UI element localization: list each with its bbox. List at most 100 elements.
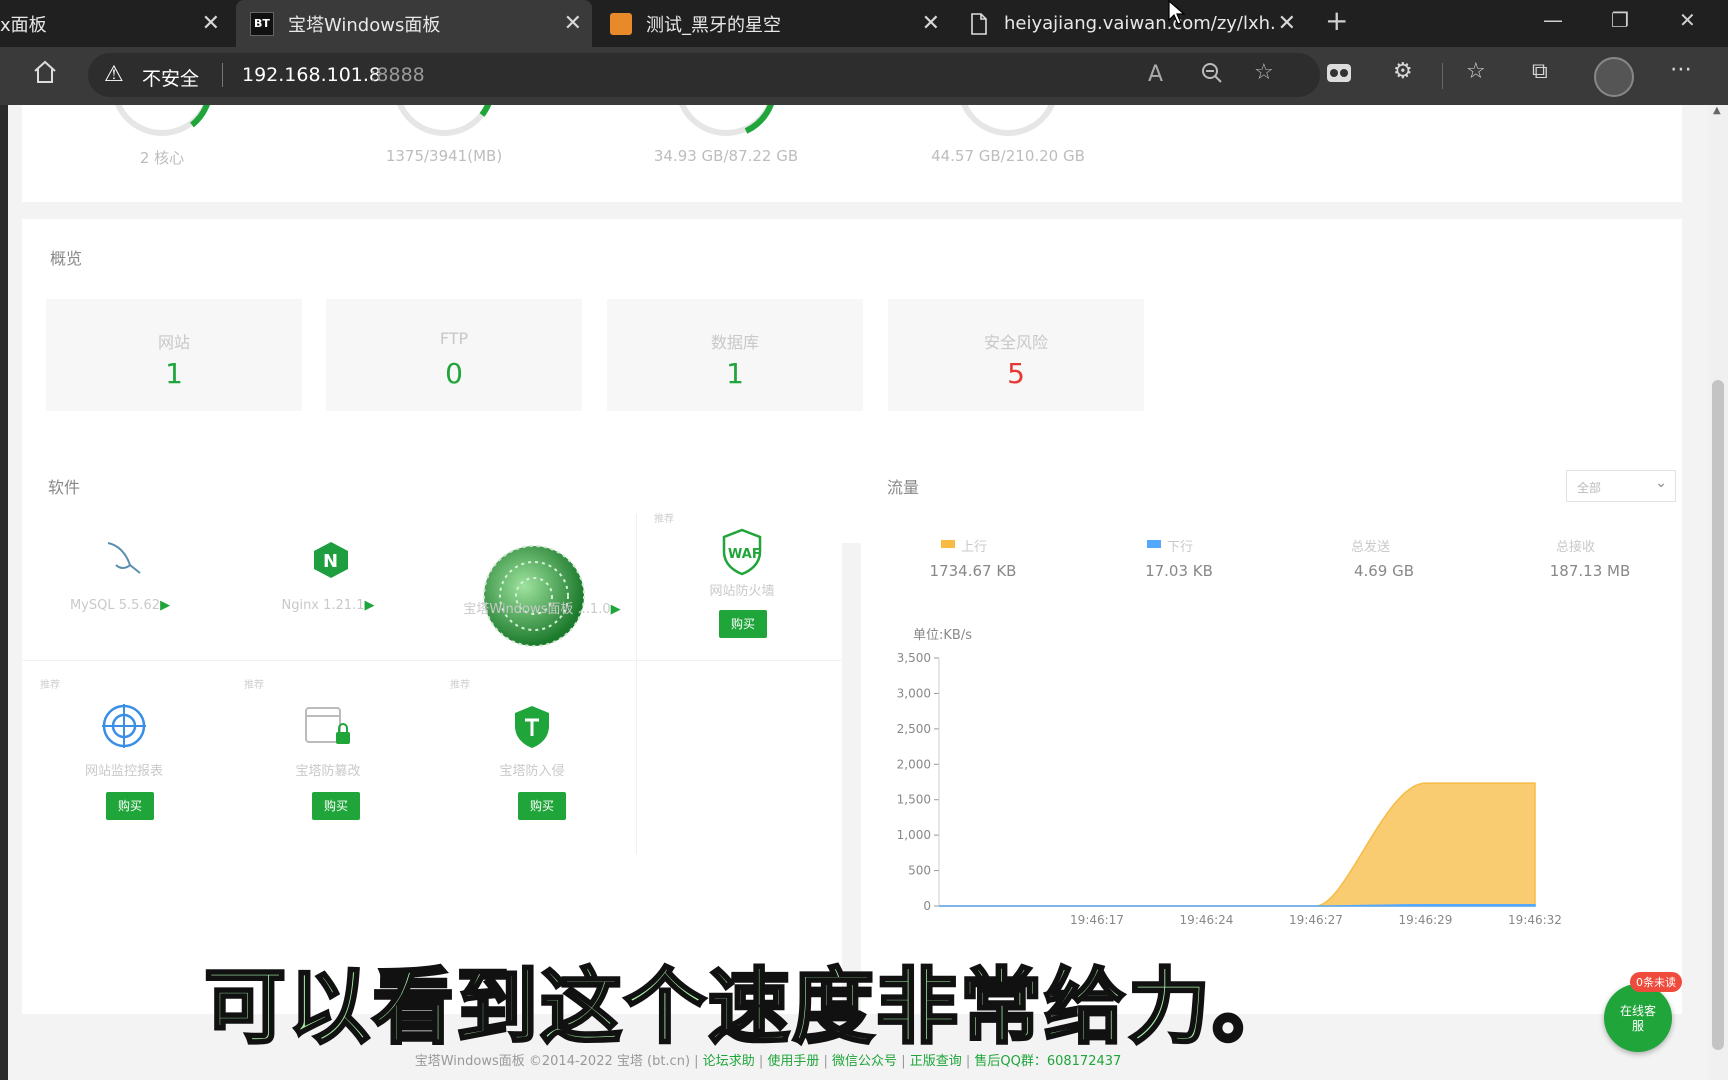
tab-label: x面板 [0,14,47,36]
total-sent-label: 总发送 [1351,540,1391,555]
stat-label: 数据库 [710,333,759,352]
bt-favicon-icon: BT [250,11,274,36]
disk1-gauge [679,105,774,136]
url-host: 192.168.101.8 [242,64,382,86]
tamper-label: 宝塔防篡改 [295,764,361,779]
buy-waf-button[interactable]: 购买 [719,610,767,638]
legend-down-value: 17.03 KB [1145,562,1213,580]
zoom-out-icon[interactable] [1200,61,1224,91]
tab-label: 测试_黑牙的星空 [646,14,781,36]
stat-security-risk[interactable]: 安全风险 5 [888,299,1144,411]
close-icon[interactable]: ✕ [564,11,582,36]
stat-websites[interactable]: 网站 1 [46,299,302,411]
buy-intrusion-button[interactable]: 购买 [518,792,566,820]
upload-series-area [939,782,1536,907]
y-tick-label: 500 [908,864,931,878]
profile-avatar[interactable] [1594,57,1634,97]
restore-icon[interactable]: ❐ [1611,8,1629,32]
tamper-proof-icon [305,707,350,744]
tab-label: heiyajiang.vaiwan.com/zy/lxh.mp [1004,13,1274,34]
buy-tamper-button[interactable]: 购买 [312,792,360,820]
legend-up-label: 上行 [961,540,988,555]
home-icon[interactable] [32,59,58,91]
warning-icon: ⚠ [104,62,124,87]
stars-favicon-icon [610,12,632,35]
tab-bt-windows[interactable]: BT 宝塔Windows面板 ✕ [236,0,592,47]
stat-databases[interactable]: 数据库 1 [607,299,863,411]
nginx-icon: N [314,542,348,578]
online-chat-button[interactable]: 在线客服 0条未读 [1604,972,1682,1052]
play-icon: ▶ [160,598,171,613]
video-subtitle: 可以看到这个速度非常给力。 [202,959,1297,1057]
waf-text: WAF [728,547,761,562]
more-icon[interactable]: ⋯ [1670,57,1692,82]
extension-icon[interactable] [1326,61,1352,91]
nginx-label-text: Nginx 1.21.1 [281,598,365,613]
x-tick-label: 19:46:24 [1180,913,1234,927]
disk2-gauge [961,105,1055,136]
waf-label: 网站防火墙 [709,584,775,599]
y-tick-label: 3,500 [897,651,931,665]
tab-panel-x[interactable]: x面板 ✕ [0,0,230,47]
tab-heiyajiang[interactable]: heiyajiang.vaiwan.com/zy/lxh.mp ✕ [956,0,1306,47]
legend-down-label: 下行 [1167,540,1194,555]
stat-value: 5 [1007,357,1025,390]
stat-value: 1 [165,357,183,390]
y-tick-label: 2,500 [897,722,931,736]
add-favorite-icon[interactable]: ☆ [1254,60,1274,85]
puzzle-icon[interactable]: ⚙ [1393,59,1413,84]
total-sent-value: 4.69 GB [1353,562,1415,580]
window-close-icon[interactable]: ✕ [1679,8,1696,32]
x-tick-label: 19:46:32 [1508,913,1562,927]
svg-text:N: N [323,551,338,572]
address-bar[interactable]: ⚠ 不安全 192.168.101.8 :8888 A ☆ [88,53,1320,97]
unread-badge: 0条未读 [1630,972,1682,992]
close-icon[interactable]: ✕ [922,11,940,36]
close-icon[interactable]: ✕ [1278,11,1296,36]
intrusion-shield-icon [515,706,549,748]
mysql-dolphin-icon [107,542,141,574]
software-vdivider [636,514,637,854]
collections-icon[interactable]: ⧉ [1532,59,1548,84]
stat-value: 1 [726,357,744,390]
disk1-label: 34.93 GB/87.22 GB [653,147,799,165]
panel-label[interactable]: 宝塔Windows面板 ...1.0▶ [442,598,642,617]
mouse-cursor-icon [1168,0,1186,25]
software-title: 软件 [48,478,81,497]
close-icon[interactable]: ✕ [202,11,220,36]
y-tick-label: 2,000 [897,757,931,771]
stat-ftp[interactable]: FTP 0 [326,299,582,411]
favorites-icon[interactable]: ☆ [1466,59,1486,84]
total-received-value: 187.13 MB [1549,562,1631,580]
legend-up-value: 1734.67 KB [929,562,1017,580]
scrollbar-thumb[interactable] [1712,380,1724,1050]
y-tick-label: 3,000 [897,686,931,700]
traffic-card: 流量 全部 ⌄ 上行 1734.67 KB 下行 17.03 KB 总发送 4.… [861,454,1682,1014]
panel-label-text: 宝塔Windows面板 ...1.0 [463,602,611,617]
stat-label: FTP [439,329,469,348]
download-series-area [939,904,1536,907]
monitor-radar-icon [102,704,146,748]
mysql-label-text: MySQL 5.5.62 [69,598,161,613]
nginx-label[interactable]: Nginx 1.21.1▶ [248,598,408,613]
recommend-tag: 推荐 [40,680,60,691]
stat-label: 网站 [157,333,190,352]
page-scrollbar[interactable]: ▲ [1708,105,1728,1080]
read-aloud-icon[interactable]: A [1148,62,1163,87]
traffic-select[interactable]: 全部 ⌄ [1566,470,1676,502]
y-tick-label: 0 [923,899,931,913]
intrusion-label: 宝塔防入侵 [499,764,565,779]
chat-label: 在线客服 [1619,1004,1656,1033]
y-tick-label: 1,000 [897,828,931,842]
resource-card: 2 核心 1375/3941(MB) 34.93 GB/87.22 GB 44.… [22,105,1682,202]
software-card: 软件 MySQL 5.5.62▶ N Nginx 1.21.1▶ 宝塔Windo… [22,454,842,1014]
new-tab-icon[interactable]: + [1325,4,1348,37]
minimize-icon[interactable]: — [1543,8,1563,32]
tab-test-stars[interactable]: 测试_黑牙的星空 ✕ [594,0,950,47]
document-icon [968,12,990,35]
mysql-label[interactable]: MySQL 5.5.62▶ [40,598,200,613]
scroll-up-icon[interactable]: ▲ [1713,105,1721,116]
buy-monitor-button[interactable]: 购买 [106,792,154,820]
address-divider [222,63,223,87]
cpu-gauge [115,105,210,136]
